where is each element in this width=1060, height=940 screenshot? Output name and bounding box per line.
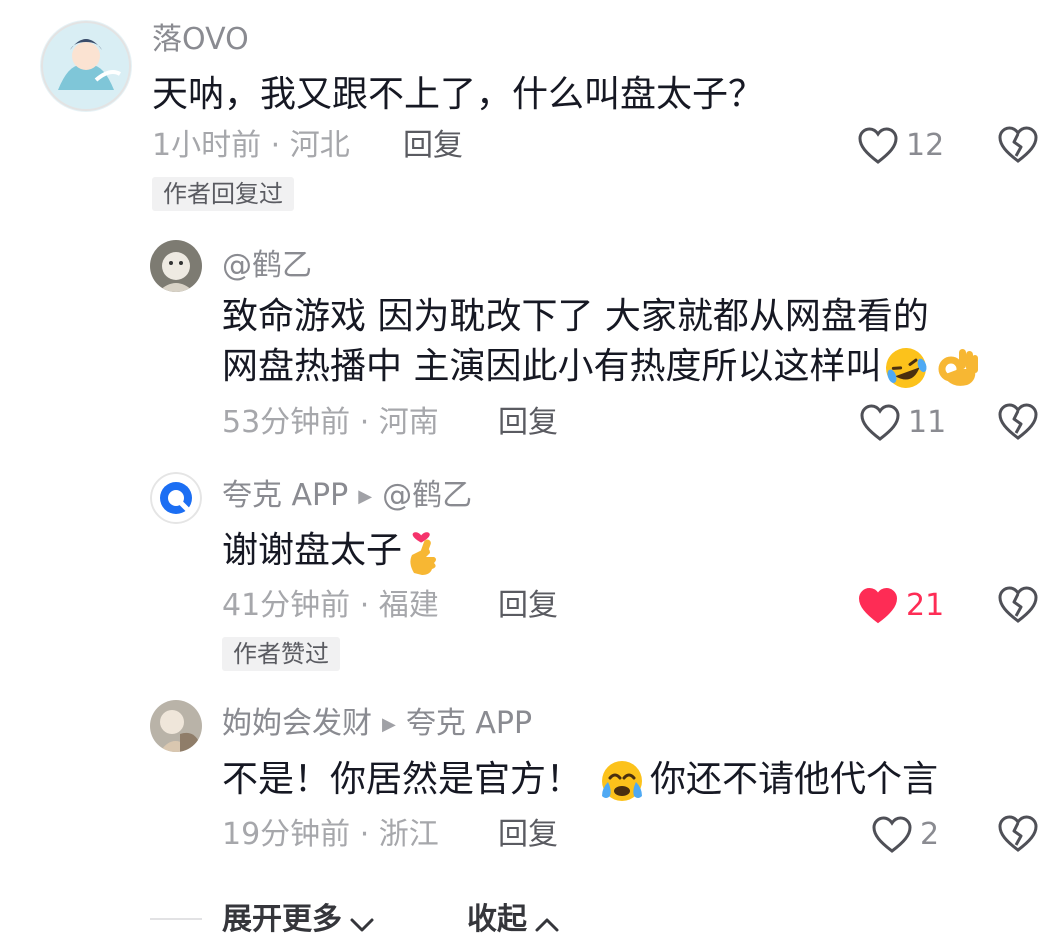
reply-to-username[interactable]: @鹤乙 bbox=[382, 478, 472, 513]
like-count: 2 bbox=[920, 817, 940, 852]
like-count: 12 bbox=[906, 128, 945, 163]
dislike-button[interactable] bbox=[998, 403, 1038, 443]
broken-heart-icon bbox=[998, 815, 1038, 852]
collapse-label: 收起 bbox=[467, 902, 527, 937]
avatar[interactable] bbox=[40, 20, 132, 112]
author-liked-badge: 作者赞过 bbox=[222, 637, 340, 671]
reply-text-container: 不是！你居然是官方！ 你还不请他代个言 bbox=[222, 755, 938, 805]
crying-emoji bbox=[602, 761, 643, 801]
reply-text-line-2-container: 网盘热播中 主演因此小有热度所以这样叫 bbox=[222, 342, 981, 392]
broken-heart-icon bbox=[998, 586, 1038, 623]
reply-username-line: 姁姁会发财 ▶ 夸克 APP bbox=[222, 706, 532, 743]
avatar[interactable] bbox=[150, 472, 202, 524]
like-count: 21 bbox=[906, 588, 945, 623]
reply-text-line-2: 网盘热播中 主演因此小有热度所以这样叫 bbox=[222, 346, 882, 387]
reply-text-part-2: 你还不请他代个言 bbox=[650, 759, 939, 800]
finger-heart-emoji bbox=[410, 532, 437, 575]
broken-heart-icon bbox=[998, 126, 1038, 163]
chevron-down-icon bbox=[350, 918, 374, 931]
reply-button[interactable]: 回复 bbox=[498, 817, 558, 853]
reply-username[interactable]: 姁姁会发财 bbox=[222, 706, 372, 741]
reply-text: 谢谢盘太子 bbox=[222, 530, 403, 571]
avatar[interactable] bbox=[150, 240, 202, 292]
reply-text-line-1: 致命游戏 因为耽改下了 大家就都从网盘看的 bbox=[222, 296, 929, 337]
reply-to-username[interactable]: 夸克 APP bbox=[406, 706, 532, 741]
reply-username[interactable]: 夸克 APP bbox=[222, 478, 348, 513]
reply-time-location: 53分钟前 · 河南 bbox=[222, 405, 439, 440]
broken-heart-icon bbox=[998, 403, 1038, 440]
ok-hand-emoji bbox=[938, 349, 979, 386]
like-button[interactable]: 2 bbox=[872, 815, 962, 855]
collapse-button[interactable]: 收起 bbox=[467, 900, 560, 940]
reply-text-part-1: 不是！你居然是官方！ bbox=[222, 759, 583, 800]
dislike-button[interactable] bbox=[998, 586, 1038, 626]
reply-time-location: 19分钟前 · 浙江 bbox=[222, 817, 439, 852]
reply-text-container: 谢谢盘太子 bbox=[222, 526, 442, 577]
comment-text: 天呐，我又跟不上了，什么叫盘太子？ bbox=[152, 74, 765, 115]
reply-arrow-icon: ▶ bbox=[382, 713, 396, 735]
like-button[interactable]: 11 bbox=[860, 403, 960, 443]
expand-more-label: 展开更多 bbox=[222, 902, 342, 937]
reply-arrow-icon: ▶ bbox=[358, 485, 373, 507]
chevron-up-icon bbox=[535, 918, 559, 931]
comment-username[interactable]: 落OVO bbox=[152, 22, 249, 58]
reply-username[interactable]: @鹤乙 bbox=[222, 248, 312, 284]
footer-divider bbox=[150, 918, 202, 920]
rofl-emoji bbox=[886, 348, 927, 388]
like-button[interactable]: 12 bbox=[858, 126, 958, 166]
reply-username-line: 夸克 APP ▶ @鹤乙 bbox=[222, 478, 472, 515]
like-count: 11 bbox=[908, 405, 947, 440]
dislike-button[interactable] bbox=[998, 126, 1038, 166]
comment-time-location: 1小时前 · 河北 bbox=[152, 128, 350, 163]
like-button[interactable]: 21 bbox=[858, 586, 958, 626]
reply-button[interactable]: 回复 bbox=[498, 588, 558, 624]
expand-more-button[interactable]: 展开更多 bbox=[222, 900, 375, 940]
heart-filled-icon bbox=[858, 587, 898, 624]
heart-outline-icon bbox=[860, 404, 900, 441]
heart-outline-icon bbox=[858, 127, 898, 164]
heart-outline-icon bbox=[872, 816, 912, 853]
reply-button[interactable]: 回复 bbox=[498, 405, 558, 441]
reply-time-location: 41分钟前 · 福建 bbox=[222, 588, 439, 623]
dislike-button[interactable] bbox=[998, 815, 1038, 855]
avatar[interactable] bbox=[150, 700, 202, 752]
author-replied-badge: 作者回复过 bbox=[152, 177, 294, 211]
reply-button[interactable]: 回复 bbox=[403, 128, 463, 164]
